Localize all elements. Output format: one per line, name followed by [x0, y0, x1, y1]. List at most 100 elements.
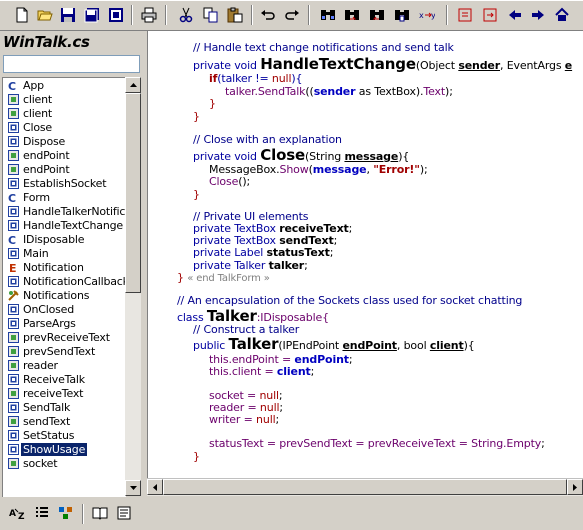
- properties-icon[interactable]: [114, 503, 134, 522]
- member-list-item[interactable]: Dispose: [3, 134, 126, 148]
- member-list-item[interactable]: sendText: [3, 414, 126, 428]
- field-icon: [8, 457, 19, 469]
- member-list-item[interactable]: ParseArgs: [3, 316, 126, 330]
- paste-icon[interactable]: [225, 5, 245, 24]
- member-list-item[interactable]: EstablishSocket: [3, 176, 126, 190]
- member-label: prevSendText: [23, 344, 96, 358]
- code-editor[interactable]: // Handle text change notifications and …: [147, 31, 583, 478]
- scroll-thumb[interactable]: [125, 93, 141, 293]
- member-list-item[interactable]: ReceiveTalk: [3, 372, 126, 386]
- member-label: SetStatus: [23, 428, 75, 442]
- member-label: endPoint: [23, 148, 70, 162]
- open-folder-icon[interactable]: [35, 5, 55, 24]
- member-label: NotificationCallback: [23, 274, 126, 288]
- save-all-icon[interactable]: [82, 5, 102, 24]
- member-list-item[interactable]: NotificationCallback: [3, 274, 126, 288]
- cut-icon[interactable]: [176, 5, 196, 24]
- method-icon: [8, 219, 19, 231]
- bookmark-next-icon[interactable]: [480, 5, 500, 24]
- member-list-item[interactable]: SendTalk: [3, 400, 126, 414]
- code-line: if(talker != null){: [209, 72, 303, 85]
- field-icon: [8, 93, 19, 105]
- member-label: Close: [23, 120, 52, 134]
- code-horizontal-scrollbar[interactable]: [147, 478, 583, 496]
- member-list-item[interactable]: E Notification: [3, 260, 126, 274]
- find-icon[interactable]: [318, 5, 338, 24]
- code-line: private void Close(String message){: [193, 146, 410, 164]
- method-icon: [8, 247, 19, 259]
- forward-icon[interactable]: [528, 5, 548, 24]
- code-line: }: [193, 110, 200, 123]
- svg-text:E: E: [9, 262, 17, 273]
- member-list-item[interactable]: client: [3, 92, 126, 106]
- member-label: Dispose: [23, 134, 66, 148]
- member-list-item[interactable]: C IDisposable: [3, 232, 126, 246]
- member-label: endPoint: [23, 162, 70, 176]
- redo-icon[interactable]: [282, 5, 302, 24]
- member-list-item[interactable]: HandleTalkerNotifica: [3, 204, 126, 218]
- home-icon[interactable]: [552, 5, 572, 24]
- member-list-item[interactable]: receiveText: [3, 386, 126, 400]
- class-view-pane: WinTalk.cs C App client client Close Dispose e…: [0, 31, 144, 530]
- code-line: } « end TalkForm »: [177, 271, 270, 284]
- horizontal-scroll-thumb[interactable]: [163, 479, 567, 495]
- method-icon: [8, 275, 19, 287]
- method-icon: [8, 443, 19, 455]
- field-icon: [8, 331, 19, 343]
- copy-icon[interactable]: [201, 5, 221, 24]
- save-as-icon[interactable]: [106, 5, 126, 24]
- member-list-item[interactable]: HandleTextChange: [3, 218, 126, 232]
- code-line: private Label statusText;: [193, 246, 334, 259]
- member-list-item[interactable]: reader: [3, 358, 126, 372]
- member-list-item[interactable]: SetStatus: [3, 428, 126, 442]
- scroll-down-button[interactable]: [125, 480, 141, 496]
- member-list-item[interactable]: Notifications: [3, 288, 126, 302]
- member-label: SendTalk: [23, 400, 71, 414]
- print-icon[interactable]: [139, 5, 159, 24]
- replace-icon[interactable]: [392, 5, 412, 24]
- member-label: EstablishSocket: [23, 176, 107, 190]
- code-line: private void HandleTextChange(Object sen…: [193, 55, 573, 73]
- book-icon[interactable]: [90, 503, 110, 522]
- member-label: client: [23, 106, 53, 120]
- svg-text:C: C: [8, 80, 16, 91]
- member-list[interactable]: C App client client Close Dispose endPoint endP…: [2, 77, 126, 497]
- method-icon: [8, 303, 19, 315]
- member-list-item[interactable]: C App: [3, 78, 126, 92]
- sort-alpha-icon[interactable]: AZ: [8, 503, 28, 522]
- new-document-icon[interactable]: [12, 5, 32, 24]
- member-list-item[interactable]: prevReceiveText: [3, 330, 126, 344]
- member-list-scrollbar[interactable]: [125, 77, 141, 496]
- scroll-up-button[interactable]: [125, 77, 141, 93]
- bookmark-icon[interactable]: [455, 5, 475, 24]
- method-icon: [8, 373, 19, 385]
- member-label: ParseArgs: [23, 316, 76, 330]
- member-list-item[interactable]: OnClosed: [3, 302, 126, 316]
- member-list-item[interactable]: ShowUsage: [3, 442, 126, 456]
- sort-list-icon[interactable]: [32, 503, 52, 522]
- find-previous-icon[interactable]: [367, 5, 387, 24]
- member-label: IDisposable: [23, 232, 85, 246]
- member-list-item[interactable]: socket: [3, 456, 126, 470]
- goto-icon[interactable]: xy: [417, 5, 437, 24]
- save-icon[interactable]: [58, 5, 78, 24]
- main-toolbar: xy: [0, 0, 583, 31]
- member-label: HandleTalkerNotifica: [23, 204, 126, 218]
- member-list-item[interactable]: C Form: [3, 190, 126, 204]
- undo-icon[interactable]: [258, 5, 278, 24]
- member-list-item[interactable]: endPoint: [3, 162, 126, 176]
- member-list-item[interactable]: Main: [3, 246, 126, 260]
- scroll-left-button[interactable]: [147, 479, 163, 495]
- code-line: // Handle text change notifications and …: [193, 41, 454, 54]
- member-list-item[interactable]: endPoint: [3, 148, 126, 162]
- region-collapse-marker[interactable]: « end TalkForm »: [187, 273, 270, 284]
- member-list-item[interactable]: client: [3, 106, 126, 120]
- member-filter-input[interactable]: [3, 55, 140, 73]
- scroll-right-button[interactable]: [567, 479, 583, 495]
- member-list-item[interactable]: Close: [3, 120, 126, 134]
- category-icon[interactable]: [56, 503, 76, 522]
- class-icon: C: [8, 192, 19, 203]
- find-next-icon[interactable]: [342, 5, 362, 24]
- back-icon[interactable]: [505, 5, 525, 24]
- member-list-item[interactable]: prevSendText: [3, 344, 126, 358]
